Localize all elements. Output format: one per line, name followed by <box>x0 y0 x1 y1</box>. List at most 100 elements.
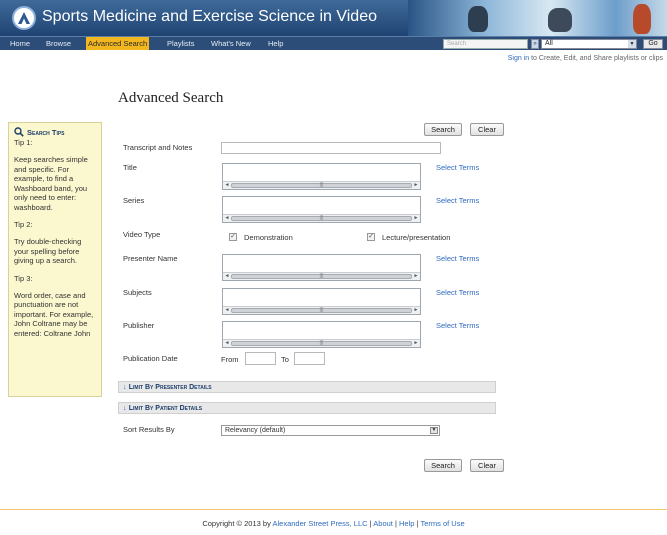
search-tips-title: Search Tips <box>27 127 65 137</box>
site-title: Sports Medicine and Exercise Science in … <box>42 8 377 25</box>
publisher-select-terms-link[interactable]: Select Terms <box>436 321 479 330</box>
footer-separator: | <box>394 519 397 528</box>
signin-link[interactable]: Sign in <box>508 55 529 62</box>
date-to-input[interactable] <box>294 352 325 365</box>
horizontal-scrollbar[interactable]: ◄ ||| ► <box>223 272 420 280</box>
scroll-right-icon[interactable]: ► <box>412 307 420 314</box>
main-nav: Home Browse Advanced Search Playlists Wh… <box>0 36 667 50</box>
horizontal-scrollbar[interactable]: ◄ ||| ► <box>223 181 420 189</box>
scroll-right-icon[interactable]: ► <box>412 215 420 222</box>
footer: Copyright © 2013 by Alexander Street Pre… <box>0 519 667 528</box>
horizontal-scrollbar[interactable]: ◄ ||| ► <box>223 339 420 347</box>
footer-separator: | <box>369 519 372 528</box>
presenter-listbox[interactable]: ◄ ||| ► <box>222 254 421 281</box>
horizontal-scrollbar[interactable]: ◄ ||| ► <box>223 306 420 314</box>
lecture-checkbox[interactable]: ✓ <box>367 233 375 241</box>
nav-playlists[interactable]: Playlists <box>165 37 197 50</box>
search-button-top[interactable]: Search <box>424 123 462 136</box>
scroll-right-icon[interactable]: ► <box>412 273 420 280</box>
expand-arrow-icon: ↓ <box>123 384 127 391</box>
subjects-listbox[interactable]: ◄ ||| ► <box>222 288 421 315</box>
sort-results-label: Sort Results By <box>123 425 175 434</box>
demonstration-checkbox[interactable]: ✓ <box>229 233 237 241</box>
tip-2-label: Tip 2: <box>14 220 33 229</box>
banner-figure <box>633 4 651 34</box>
company-link[interactable]: Alexander Street Press, LLC <box>273 519 368 528</box>
tip-2-text: Try double-checking your spelling before… <box>14 237 82 265</box>
search-tips-header: Search Tips <box>14 127 96 137</box>
date-from-input[interactable] <box>245 352 276 365</box>
transcript-input[interactable] <box>221 142 441 154</box>
clear-button-top[interactable]: Clear <box>470 123 504 136</box>
limit-by-patient-toggle[interactable]: ↓ Limit By Patient Details <box>118 402 496 414</box>
scroll-right-icon[interactable]: ► <box>412 340 420 347</box>
grip-icon: ||| <box>319 273 324 279</box>
signin-message: Sign in to Create, Edit, and Share playl… <box>508 55 663 62</box>
site-logo[interactable] <box>12 6 36 30</box>
nav-browse[interactable]: Browse <box>44 37 73 50</box>
tip-3-label: Tip 3: <box>14 273 33 283</box>
scroll-left-icon[interactable]: ◄ <box>223 273 231 280</box>
signin-text: to Create, Edit, and Share playlists or … <box>529 55 663 62</box>
subjects-label: Subjects <box>123 288 152 297</box>
page-title: Advanced Search <box>118 90 224 106</box>
search-submit-arrow-icon[interactable]: » <box>531 39 539 49</box>
nav-home[interactable]: Home <box>8 37 32 50</box>
clear-button-bottom[interactable]: Clear <box>470 459 504 472</box>
footer-separator: | <box>416 519 419 528</box>
go-button[interactable]: Go <box>643 39 663 49</box>
banner-figure <box>548 8 572 32</box>
header-banner-image <box>408 0 667 36</box>
grip-icon: ||| <box>319 215 324 221</box>
grip-icon: ||| <box>319 182 324 188</box>
scope-selected-value: All <box>545 40 553 47</box>
scroll-left-icon[interactable]: ◄ <box>223 307 231 314</box>
scroll-left-icon[interactable]: ◄ <box>223 215 231 222</box>
publication-date-label: Publication Date <box>123 354 178 363</box>
search-tips-panel: Search Tips Tip 1: Keep searches simple … <box>8 122 102 397</box>
logo-a-icon <box>18 12 30 24</box>
tip-1-text: Keep searches simple and specific. For e… <box>14 155 88 212</box>
scroll-right-icon[interactable]: ► <box>412 182 420 189</box>
chevron-down-icon: ▼ <box>430 427 438 434</box>
publisher-listbox[interactable]: ◄ ||| ► <box>222 321 421 348</box>
copyright-text: Copyright © 2013 by <box>202 519 273 528</box>
scroll-left-icon[interactable]: ◄ <box>223 182 231 189</box>
help-link[interactable]: Help <box>399 519 414 528</box>
limit-by-patient-label: Limit By Patient Details <box>128 405 203 412</box>
title-label: Title <box>123 163 137 172</box>
tip-1-label: Tip 1: <box>14 138 33 147</box>
nav-whats-new[interactable]: What's New <box>209 37 253 50</box>
lecture-label: Lecture/presentation <box>382 233 451 242</box>
series-listbox[interactable]: ◄ ||| ► <box>222 196 421 223</box>
sort-selected-value: Relevancy (default) <box>225 427 286 434</box>
banner-figure <box>468 6 488 32</box>
search-button-bottom[interactable]: Search <box>424 459 462 472</box>
subjects-select-terms-link[interactable]: Select Terms <box>436 288 479 297</box>
terms-of-use-link[interactable]: Terms of Use <box>420 519 464 528</box>
scroll-left-icon[interactable]: ◄ <box>223 340 231 347</box>
header-search-input[interactable]: Search <box>443 39 528 49</box>
magnifier-icon <box>14 127 24 137</box>
presenter-select-terms-link[interactable]: Select Terms <box>436 254 479 263</box>
about-link[interactable]: About <box>373 519 393 528</box>
chevron-down-icon: ▼ <box>628 40 636 48</box>
to-label: To <box>281 355 289 364</box>
footer-divider <box>0 509 667 510</box>
limit-by-presenter-toggle[interactable]: ↓ Limit By Presenter Details <box>118 381 496 393</box>
title-select-terms-link[interactable]: Select Terms <box>436 163 479 172</box>
search-scope-select[interactable]: All ▼ <box>541 39 637 49</box>
site-header: Sports Medicine and Exercise Science in … <box>0 0 667 36</box>
series-select-terms-link[interactable]: Select Terms <box>436 196 479 205</box>
sort-results-select[interactable]: Relevancy (default) ▼ <box>221 425 440 436</box>
series-label: Series <box>123 196 145 205</box>
horizontal-scrollbar[interactable]: ◄ ||| ► <box>223 214 420 222</box>
limit-by-presenter-label: Limit By Presenter Details <box>128 384 212 391</box>
from-label: From <box>221 355 239 364</box>
demonstration-label: Demonstration <box>244 233 293 242</box>
nav-help[interactable]: Help <box>266 37 285 50</box>
title-listbox[interactable]: ◄ ||| ► <box>222 163 421 190</box>
publisher-label: Publisher <box>123 321 155 330</box>
nav-advanced-search[interactable]: Advanced Search <box>86 37 150 50</box>
expand-arrow-icon: ↓ <box>123 405 127 412</box>
